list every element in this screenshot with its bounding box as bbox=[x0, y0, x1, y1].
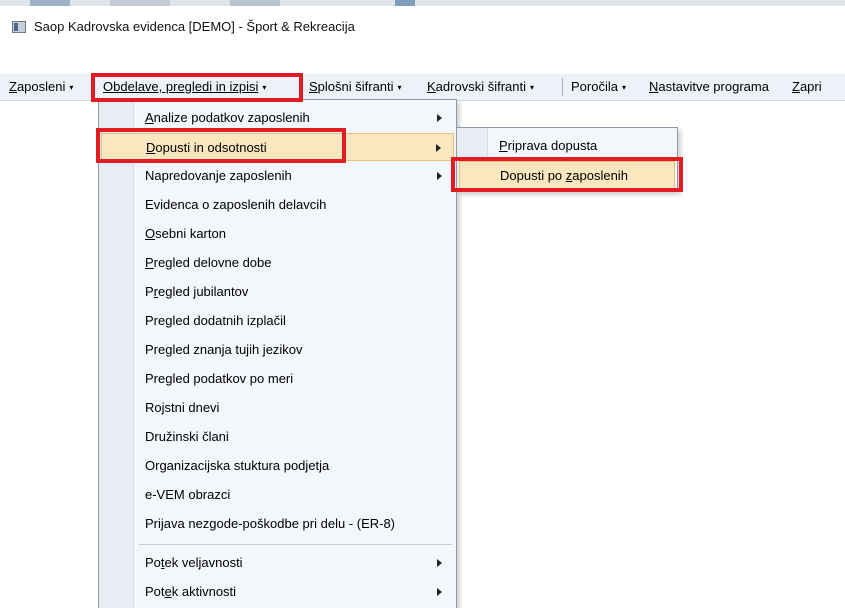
menu-item-pregled-podatkov-po-meri[interactable]: Pregled podatkov po meri bbox=[101, 365, 454, 393]
menu-nastavitve-programa[interactable]: Nastavitve programa bbox=[649, 79, 769, 94]
app-window-icon bbox=[12, 21, 26, 33]
label-text: Pregled podatkov po meri bbox=[145, 371, 294, 386]
menu-mnemonic: N bbox=[649, 79, 659, 94]
menu-label: aposleni bbox=[16, 79, 66, 94]
menu-separator bbox=[139, 544, 452, 545]
menu-item-druzinski-clani[interactable]: Družinski člani bbox=[101, 423, 454, 451]
label-mnemonic: A bbox=[145, 110, 154, 125]
window-title: Saop Kadrovska evidenca [DEMO] - Šport &… bbox=[34, 19, 355, 34]
menu-label: plošni šifranti bbox=[317, 79, 394, 94]
menu-item-pregled-delovne-dobe[interactable]: Pregled delovne dobe bbox=[101, 249, 454, 277]
label-text: Napredovanje zaposlenih bbox=[145, 168, 292, 183]
annotation-highlight-menu bbox=[91, 73, 303, 102]
label-text: k aktivnosti bbox=[171, 584, 237, 599]
menu-item-label: Priprava dopusta bbox=[499, 138, 597, 153]
menu-item-pregled-dodatnih-izplacil[interactable]: Pregled dodatnih izplačil bbox=[101, 307, 454, 335]
menu-item-priprava-dopusta[interactable]: Priprava dopusta bbox=[459, 132, 675, 160]
label-text: sebni karton bbox=[155, 226, 226, 241]
menu-item-label: Pregled podatkov po meri bbox=[145, 371, 293, 386]
submenu-arrow-icon bbox=[437, 559, 442, 567]
menu-item-evidenca-o-zaposlenih[interactable]: Evidenca o zaposlenih delavcih bbox=[101, 191, 454, 219]
menu-item-pregled-znanja-jezikov[interactable]: Pregled znanja tujih jezikov bbox=[101, 336, 454, 364]
menu-kadrovski-sifranti[interactable]: Kadrovski šifranti ▾ bbox=[427, 79, 534, 94]
menu-item-label: Pregled jubilantov bbox=[145, 284, 248, 299]
label-text: Po bbox=[145, 555, 161, 570]
label-text: Evidenca o zaposlenih delavcih bbox=[145, 197, 327, 212]
label-mnemonic: O bbox=[145, 226, 156, 241]
label-mnemonic: e bbox=[164, 584, 172, 599]
chevron-down-icon: ▾ bbox=[621, 83, 626, 92]
menu-item-napredovanje-zaposlenih[interactable]: Napredovanje zaposlenih bbox=[101, 162, 454, 190]
menu-item-label: Evidenca o zaposlenih delavcih bbox=[145, 197, 326, 212]
menu-item-label: Prijava nezgode-poškodbe pri delu - (ER-… bbox=[145, 516, 395, 531]
annotation-highlight-dopusti bbox=[96, 128, 346, 163]
menu-mnemonic: S bbox=[309, 79, 318, 94]
menu-item-potek-aktivnosti[interactable]: Potek aktivnosti bbox=[101, 578, 454, 606]
label-text: Prijava nezgode-poškodbe pri delu - (ER-… bbox=[145, 516, 396, 531]
menu-item-potek-veljavnosti[interactable]: Potek veljavnosti bbox=[101, 549, 454, 577]
menu-porocila[interactable]: Poročila ▾ bbox=[571, 79, 626, 94]
menu-item-label: Organizacijska stuktura podjetja bbox=[145, 458, 329, 473]
menu-zaposleni[interactable]: Zaposleni ▾ bbox=[9, 79, 73, 94]
menu-mnemonic: Z bbox=[792, 79, 800, 94]
menu-label: astavitve programa bbox=[658, 79, 769, 94]
menu-label: adrovski šifranti bbox=[435, 79, 526, 94]
label-text: regled delovne dobe bbox=[153, 255, 272, 270]
menu-mnemonic: K bbox=[427, 79, 436, 94]
label-mnemonic: P bbox=[499, 138, 508, 153]
label-text: Organizacijska stuktura podjetja bbox=[145, 458, 330, 473]
menu-splosni-sifranti[interactable]: Splošni šifranti ▾ bbox=[309, 79, 402, 94]
menu-item-label: Analize podatkov zaposlenih bbox=[145, 110, 310, 125]
obdelave-dropdown-menu: Analize podatkov zaposlenih Dopusti in o… bbox=[98, 99, 457, 608]
label-text: Pregled dodatnih izplačil bbox=[145, 313, 286, 328]
submenu-arrow-icon bbox=[437, 114, 442, 122]
menu-mnemonic: Z bbox=[9, 79, 17, 94]
menu-item-prijava-nezgode[interactable]: Prijava nezgode-poškodbe pri delu - (ER-… bbox=[101, 510, 454, 538]
label-text: nalize podatkov zaposlenih bbox=[153, 110, 310, 125]
label-text: Pot bbox=[145, 584, 165, 599]
label-text: Pregled znanja tujih jezikov bbox=[145, 342, 303, 357]
chevron-down-icon: ▾ bbox=[397, 83, 402, 92]
label-text: stni dnevi bbox=[164, 400, 220, 415]
menu-item-label: Osebni karton bbox=[145, 226, 226, 241]
menu-item-e-vem-obrazci[interactable]: e-VEM obrazci bbox=[101, 481, 454, 509]
label-text: ek veljavnosti bbox=[164, 555, 243, 570]
annotation-highlight-dopusti-po-zaposlenih bbox=[451, 157, 683, 192]
menu-item-label: Družinski člani bbox=[145, 429, 229, 444]
menu-separator bbox=[562, 78, 563, 96]
chevron-down-icon: ▾ bbox=[529, 83, 534, 92]
label-text: Ro bbox=[145, 400, 162, 415]
menu-item-label: Pregled delovne dobe bbox=[145, 255, 272, 270]
submenu-arrow-icon bbox=[437, 172, 442, 180]
menu-label: apri bbox=[799, 79, 822, 94]
label-text: riprava dopusta bbox=[507, 138, 598, 153]
submenu-arrow-icon bbox=[436, 144, 441, 152]
title-bar: Saop Kadrovska evidenca [DEMO] - Šport &… bbox=[0, 6, 845, 48]
menu-item-label: e-VEM obrazci bbox=[145, 487, 230, 502]
menu-label: Poročila bbox=[571, 79, 618, 94]
menu-zapri[interactable]: Zapri bbox=[792, 79, 822, 94]
menu-item-rojstni-dnevi[interactable]: Rojstni dnevi bbox=[101, 394, 454, 422]
label-text: egled jubilantov bbox=[158, 284, 249, 299]
menu-item-label: Potek veljavnosti bbox=[145, 555, 243, 570]
menu-item-label: Pregled dodatnih izplačil bbox=[145, 313, 286, 328]
menu-item-pregled-jubilantov[interactable]: Pregled jubilantov bbox=[101, 278, 454, 306]
menu-item-label: Pregled znanja tujih jezikov bbox=[145, 342, 303, 357]
submenu-arrow-icon bbox=[437, 588, 442, 596]
menu-item-label: Napredovanje zaposlenih bbox=[145, 168, 292, 183]
label-text: Družinski člani bbox=[145, 429, 229, 444]
label-text: e-VEM obrazci bbox=[145, 487, 231, 502]
menu-item-label: Rojstni dnevi bbox=[145, 400, 219, 415]
menu-item-organizacijska-struktura[interactable]: Organizacijska stuktura podjetja bbox=[101, 452, 454, 480]
label-text: P bbox=[145, 284, 154, 299]
chevron-down-icon: ▾ bbox=[69, 83, 74, 92]
label-mnemonic: P bbox=[145, 255, 154, 270]
menu-item-label: Potek aktivnosti bbox=[145, 584, 236, 599]
menu-item-osebni-karton[interactable]: Osebni karton bbox=[101, 220, 454, 248]
